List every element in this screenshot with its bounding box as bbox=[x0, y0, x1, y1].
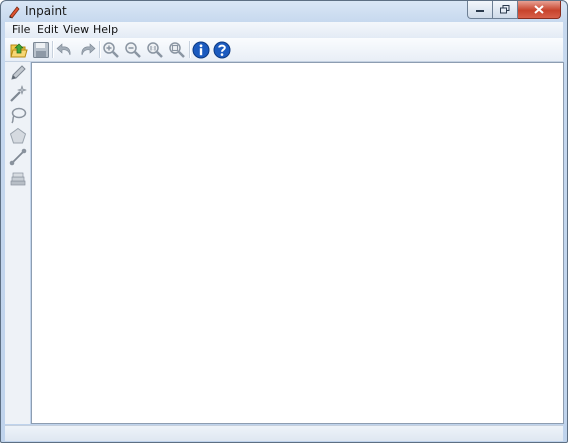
restore-icon bbox=[500, 5, 510, 14]
zoom-fit-button[interactable] bbox=[167, 40, 186, 59]
caption-buttons bbox=[467, 1, 561, 20]
zoom-out-button[interactable] bbox=[123, 40, 142, 59]
magic-wand-tool[interactable] bbox=[9, 85, 27, 103]
open-icon bbox=[9, 43, 28, 57]
undo-icon bbox=[56, 42, 70, 55]
polygon-tool[interactable] bbox=[9, 127, 27, 145]
lasso-tool[interactable] bbox=[9, 106, 27, 124]
zoom-in-icon bbox=[102, 41, 119, 58]
pencil-icon bbox=[11, 65, 26, 80]
app-icon bbox=[7, 4, 21, 19]
menu-file[interactable]: File bbox=[12, 23, 30, 36]
pencil-tool[interactable] bbox=[9, 64, 27, 82]
zoom-actual-size-button[interactable] bbox=[145, 40, 164, 59]
toolbar bbox=[5, 38, 563, 62]
magic-wand-icon bbox=[10, 85, 27, 102]
redo-button[interactable] bbox=[77, 40, 96, 59]
minimize-icon bbox=[476, 9, 484, 12]
status-bar bbox=[5, 425, 563, 441]
eraser-tool[interactable] bbox=[9, 169, 27, 187]
image-canvas[interactable] bbox=[31, 62, 564, 424]
zoom-in-button[interactable] bbox=[101, 40, 120, 59]
zoom-fit-icon bbox=[168, 41, 185, 58]
help-button[interactable] bbox=[212, 40, 231, 59]
tool-sidebar bbox=[5, 62, 30, 424]
close-icon bbox=[534, 5, 544, 14]
toolbar-separator bbox=[52, 41, 54, 58]
redo-icon bbox=[81, 42, 95, 55]
menu-bar: File Edit View Help bbox=[5, 22, 563, 38]
title-bar[interactable]: Inpaint bbox=[1, 1, 567, 21]
menu-edit[interactable]: Edit bbox=[37, 23, 58, 36]
zoom-actual-size-icon bbox=[146, 41, 163, 58]
line-icon bbox=[9, 148, 27, 166]
zoom-out-icon bbox=[124, 41, 141, 58]
info-button[interactable] bbox=[191, 40, 210, 59]
save-icon bbox=[32, 41, 49, 58]
undo-button[interactable] bbox=[55, 40, 74, 59]
menu-view[interactable]: View bbox=[63, 23, 89, 36]
lasso-icon bbox=[11, 107, 27, 124]
help-icon bbox=[213, 41, 230, 58]
restore-button[interactable] bbox=[493, 1, 518, 19]
polygon-icon bbox=[9, 127, 27, 144]
menu-help[interactable]: Help bbox=[93, 23, 118, 36]
info-icon bbox=[192, 41, 209, 58]
open-button[interactable] bbox=[9, 40, 28, 59]
app-window: Inpaint File Edit View Help bbox=[0, 0, 568, 443]
line-tool[interactable] bbox=[9, 148, 27, 166]
window-title: Inpaint bbox=[25, 4, 67, 18]
minimize-button[interactable] bbox=[467, 1, 493, 19]
save-button[interactable] bbox=[31, 40, 50, 59]
eraser-icon bbox=[10, 172, 26, 186]
close-button[interactable] bbox=[518, 1, 561, 19]
